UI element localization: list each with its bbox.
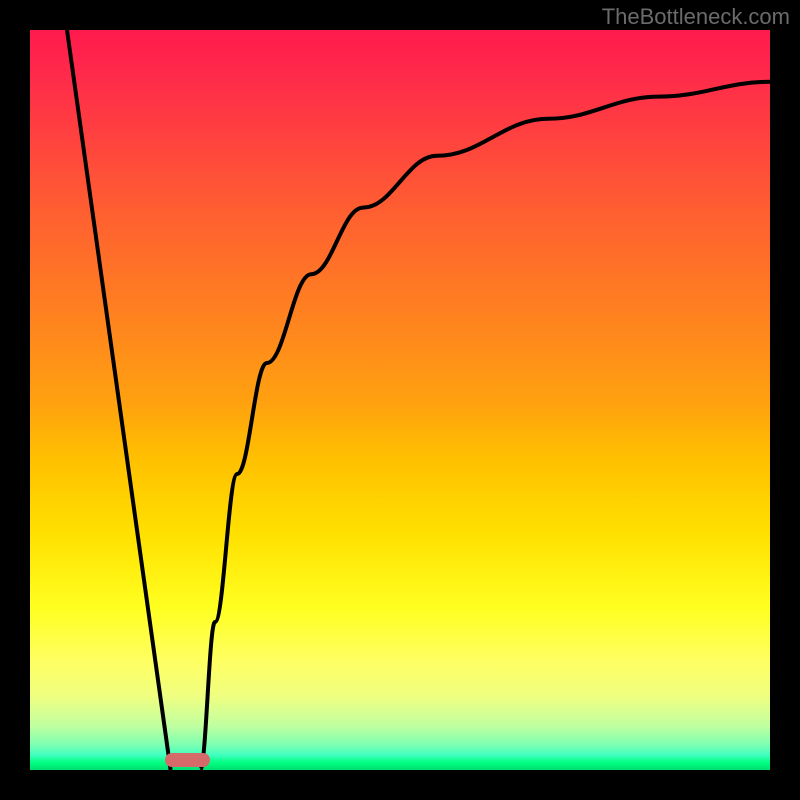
curve-overlay (30, 30, 770, 770)
left-line-path (67, 30, 171, 770)
right-curve-path (200, 82, 770, 770)
chart-plot-area (30, 30, 770, 770)
watermark-text: TheBottleneck.com (602, 4, 790, 30)
minimum-marker (165, 753, 210, 767)
